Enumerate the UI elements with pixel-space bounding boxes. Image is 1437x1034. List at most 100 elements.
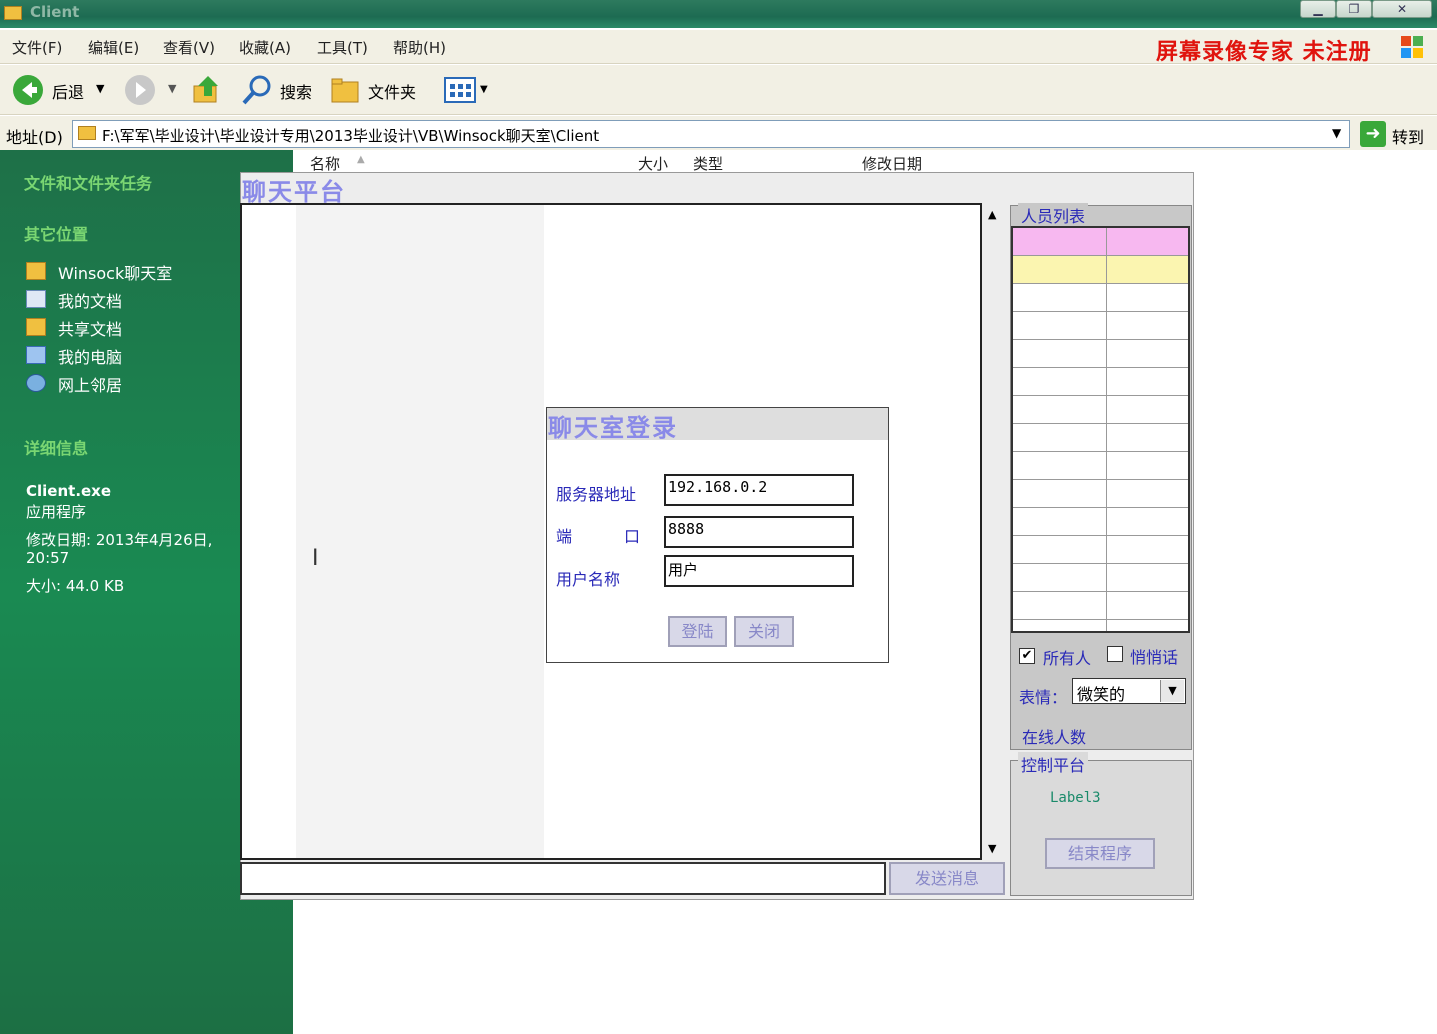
member-list-legend: 人员列表 [1018,203,1089,227]
chevron-down-icon[interactable]: ▼ [1160,680,1184,702]
menu-tools[interactable]: 工具(T) [317,37,368,58]
place-winsock[interactable]: Winsock聊天室 [58,260,172,284]
table-row[interactable] [1013,452,1188,480]
member-grid-column-divider [1106,228,1107,631]
server-address-label: 服务器地址 [556,485,637,504]
menu-file[interactable]: 文件(F) [12,37,62,58]
place-my-computer[interactable]: 我的电脑 [58,344,122,368]
whisper-checkbox[interactable] [1107,646,1123,662]
column-size[interactable]: 大小 [638,153,668,174]
views-icon[interactable] [444,76,476,104]
close-dialog-button[interactable]: 关闭 [734,616,794,647]
views-dropdown-icon[interactable]: ▼ [480,84,488,95]
sort-asc-icon: ▲ [357,154,365,165]
detail-modified-time: 20:57 [26,549,70,567]
chat-scrollbar[interactable] [984,205,1004,859]
back-button-label[interactable]: 后退 [52,79,84,103]
address-path: F:\军军\毕业设计\毕业设计专用\2013毕业设计\VB\Winsock聊天室… [102,127,600,145]
goto-button[interactable]: 转到 [1392,124,1424,148]
place-network[interactable]: 网上邻居 [58,372,122,396]
table-row[interactable] [1013,536,1188,564]
folders-button-label[interactable]: 文件夹 [368,79,416,103]
detail-file-type: 应用程序 [26,503,87,521]
shared-folder-icon [26,318,46,336]
maximize-button[interactable]: ❐ [1336,0,1372,18]
column-modified[interactable]: 修改日期 [862,153,922,174]
column-type[interactable]: 类型 [693,153,723,174]
table-row[interactable] [1013,368,1188,396]
login-button[interactable]: 登陆 [668,616,727,647]
table-row[interactable] [1013,340,1188,368]
server-address-input[interactable]: 192.168.0.2 [664,474,854,506]
menu-view[interactable]: 查看(V) [163,37,215,58]
chat-platform-title: 聊天平台 [242,177,346,206]
label3-text: Label3 [1050,790,1101,806]
end-program-button[interactable]: 结束程序 [1045,838,1155,869]
port-label-right: 口 [624,527,641,546]
port-input[interactable]: 8888 [664,516,854,548]
search-button-label[interactable]: 搜索 [280,79,312,103]
table-row[interactable] [1013,284,1188,312]
goto-arrow-icon[interactable]: ➜ [1360,121,1386,147]
back-dropdown-icon[interactable]: ▼ [96,82,104,95]
login-title: 聊天室登录 [548,413,678,442]
scroll-down-icon[interactable]: ▼ [988,842,996,855]
window-title: Client [30,3,80,21]
windows-logo-icon [1400,35,1424,59]
table-row[interactable] [1013,480,1188,508]
chat-area-shade [296,205,544,858]
message-input[interactable] [240,862,886,895]
forward-dropdown-icon[interactable]: ▼ [168,82,176,95]
place-shared-documents[interactable]: 共享文档 [58,316,122,340]
menu-help[interactable]: 帮助(H) [393,37,446,58]
folders-icon[interactable] [330,74,362,106]
online-count-label: 在线人数 [1022,728,1087,747]
window-titlebar [0,0,1437,28]
file-tasks-heading[interactable]: 文件和文件夹任务 [24,170,152,194]
user-name-input[interactable]: 用户 [664,555,854,587]
up-folder-icon[interactable] [192,74,222,106]
all-people-label[interactable]: 所有人 [1043,645,1091,669]
scroll-up-icon[interactable]: ▲ [988,208,996,221]
column-name[interactable]: 名称 [310,153,340,174]
mood-label: 表情： [1019,688,1068,707]
forward-arrow-icon[interactable] [124,74,156,106]
computer-icon [26,346,46,364]
close-window-button[interactable]: ✕ [1372,0,1432,18]
search-icon[interactable] [240,74,274,106]
folder-icon [4,6,22,20]
all-people-checkbox[interactable]: ✔ [1019,648,1035,664]
detail-file-name: Client.exe [26,482,112,500]
detail-size: 大小: 44.0 KB [26,577,125,595]
table-row[interactable] [1013,592,1188,620]
table-row[interactable] [1013,564,1188,592]
table-row[interactable] [1013,312,1188,340]
menu-favorites[interactable]: 收藏(A) [239,37,291,58]
table-row[interactable] [1013,424,1188,452]
member-grid-selected-row[interactable] [1013,256,1188,284]
text-cursor-icon: I [312,546,319,571]
folder-icon [26,262,46,280]
port-label-left: 端 [556,527,573,546]
network-icon [26,374,46,392]
documents-icon [26,290,46,308]
address-label: 地址(D) [6,128,63,147]
details-heading[interactable]: 详细信息 [24,435,88,459]
table-row[interactable] [1013,508,1188,536]
user-name-label: 用户名称 [556,570,621,589]
send-message-button[interactable]: 发送消息 [889,862,1005,895]
control-platform-legend: 控制平台 [1018,752,1089,776]
menu-edit[interactable]: 编辑(E) [88,37,139,58]
member-grid-header-row [1013,228,1188,256]
minimize-button[interactable]: ▁ [1300,0,1336,18]
detail-modified-date: 修改日期: 2013年4月26日, [26,531,213,549]
control-platform-frame [1010,760,1192,896]
back-arrow-icon[interactable] [12,74,44,106]
address-folder-icon [78,126,96,140]
table-row[interactable] [1013,396,1188,424]
whisper-label[interactable]: 悄悄话 [1130,644,1178,668]
address-dropdown-icon[interactable]: ▼ [1332,126,1341,140]
other-places-heading[interactable]: 其它位置 [24,221,88,245]
place-my-documents[interactable]: 我的文档 [58,288,122,312]
recorder-watermark: 屏幕录像专家 未注册 [1156,40,1372,65]
